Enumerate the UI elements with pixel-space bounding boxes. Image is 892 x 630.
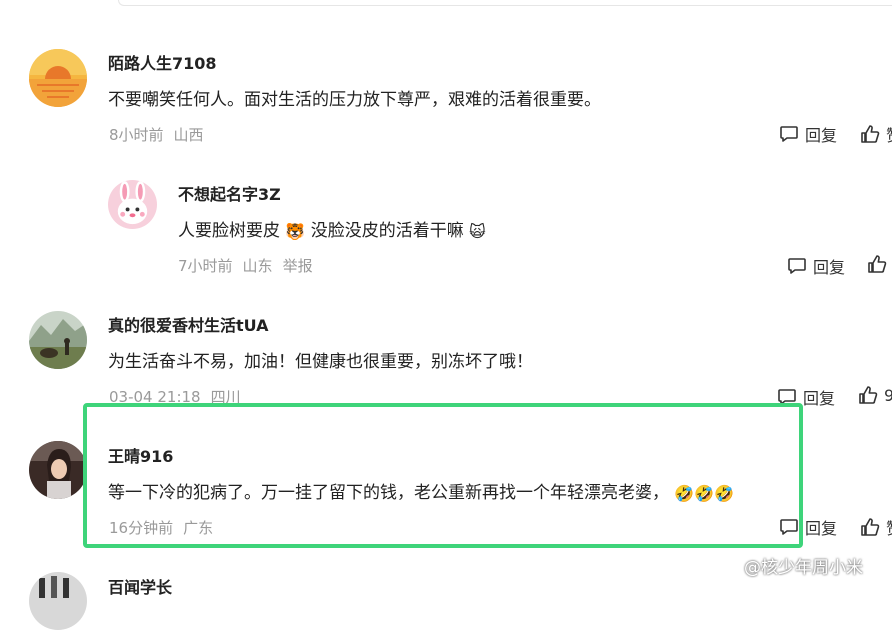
comment-location: 山东	[242, 257, 273, 275]
tiger-emoji-icon: 🐯	[285, 221, 306, 241]
sunset-avatar-image	[29, 49, 87, 107]
reply-button[interactable]: 回复	[779, 515, 837, 539]
username[interactable]: 百闻学长	[108, 574, 172, 598]
comment-bubble-icon	[780, 126, 798, 142]
comment-time: 16分钟前	[109, 519, 174, 537]
laughing-cat-emoji-icon: 🙀	[469, 221, 486, 241]
comment-bubble-icon	[780, 519, 798, 535]
like-label: 赞	[886, 122, 892, 146]
comment-text: 为生活奋斗不易，加油！但健康也很重要，别冻坏了哦！	[108, 352, 533, 372]
comment-meta: 7小时前 山东 举报	[178, 255, 323, 276]
like-button[interactable]: 赞	[860, 515, 892, 539]
comment-text: 不要嘲笑任何人。面对生活的压力放下尊严，艰难的活着很重要。	[108, 90, 601, 110]
comment-text: 人要脸树要皮 🐯 没脸没皮的活着干嘛 🙀	[178, 216, 486, 241]
reply-button[interactable]: 回复	[779, 122, 837, 146]
avatar[interactable]	[29, 441, 87, 499]
comment-location: 广东	[183, 519, 214, 537]
avatar[interactable]	[108, 180, 157, 229]
countryside-avatar-image	[29, 311, 87, 369]
comment-input-bar[interactable]	[118, 0, 892, 6]
avatar[interactable]	[29, 572, 87, 630]
comment-meta: 16分钟前 广东	[109, 517, 223, 538]
comment-text-part: 没脸没皮的活着干嘛	[310, 221, 464, 241]
avatar[interactable]	[29, 49, 87, 107]
crying-laughing-emoji-icon: 🤣	[694, 483, 715, 503]
comment-text: 等一下冷的犯病了。万一挂了留下的钱，老公重新再找一个年轻漂亮老婆， 🤣🤣🤣	[108, 478, 734, 503]
reply-label: 回复	[805, 126, 838, 145]
like-button[interactable]	[867, 254, 887, 274]
comment-time: 7小时前	[178, 257, 233, 275]
thumbs-up-icon	[859, 386, 878, 404]
comment-bubble-icon	[778, 389, 796, 405]
crying-laughing-emoji-icon: 🤣	[674, 483, 695, 503]
grayscale-avatar-image	[29, 572, 87, 630]
woman-avatar-image	[29, 441, 87, 499]
comment-time: 03-04 21:18	[109, 388, 201, 406]
comment-text-part: 等一下冷的犯病了。万一挂了留下的钱，老公重新再找一个年轻漂亮老婆，	[108, 483, 669, 503]
thumbs-up-icon	[868, 255, 887, 273]
like-button[interactable]: 9	[858, 385, 892, 405]
avatar[interactable]	[29, 311, 87, 369]
username[interactable]: 王晴916	[108, 443, 173, 467]
reply-button[interactable]: 回复	[777, 385, 835, 409]
username[interactable]: 真的很爱香村生活tUA	[108, 312, 269, 336]
like-button[interactable]: 赞	[860, 122, 892, 146]
comment-time: 8小时前	[109, 126, 164, 144]
report-link[interactable]: 举报	[283, 257, 313, 275]
comment-meta: 8小时前 山西	[109, 124, 214, 145]
watermark: @核少年周小米	[744, 558, 863, 578]
thumbs-up-icon	[861, 518, 880, 536]
reply-label: 回复	[803, 389, 836, 408]
reply-label: 回复	[805, 519, 838, 538]
comment-location: 山西	[173, 126, 204, 144]
comment-bubble-icon	[788, 258, 806, 274]
reply-label: 回复	[813, 258, 846, 277]
username[interactable]: 陌路人生7108	[108, 50, 217, 74]
comment-location: 四川	[210, 388, 241, 406]
crying-laughing-emoji-icon: 🤣	[714, 483, 735, 503]
comment-text-part: 人要脸树要皮	[178, 221, 280, 241]
rabbit-avatar-image	[108, 180, 157, 229]
thumbs-up-icon	[861, 125, 880, 143]
reply-button[interactable]: 回复	[787, 254, 845, 278]
username[interactable]: 不想起名字3Z	[178, 181, 281, 205]
like-label: 赞	[886, 515, 892, 539]
comment-meta: 03-04 21:18 四川	[109, 386, 251, 407]
like-count: 9	[884, 385, 892, 405]
